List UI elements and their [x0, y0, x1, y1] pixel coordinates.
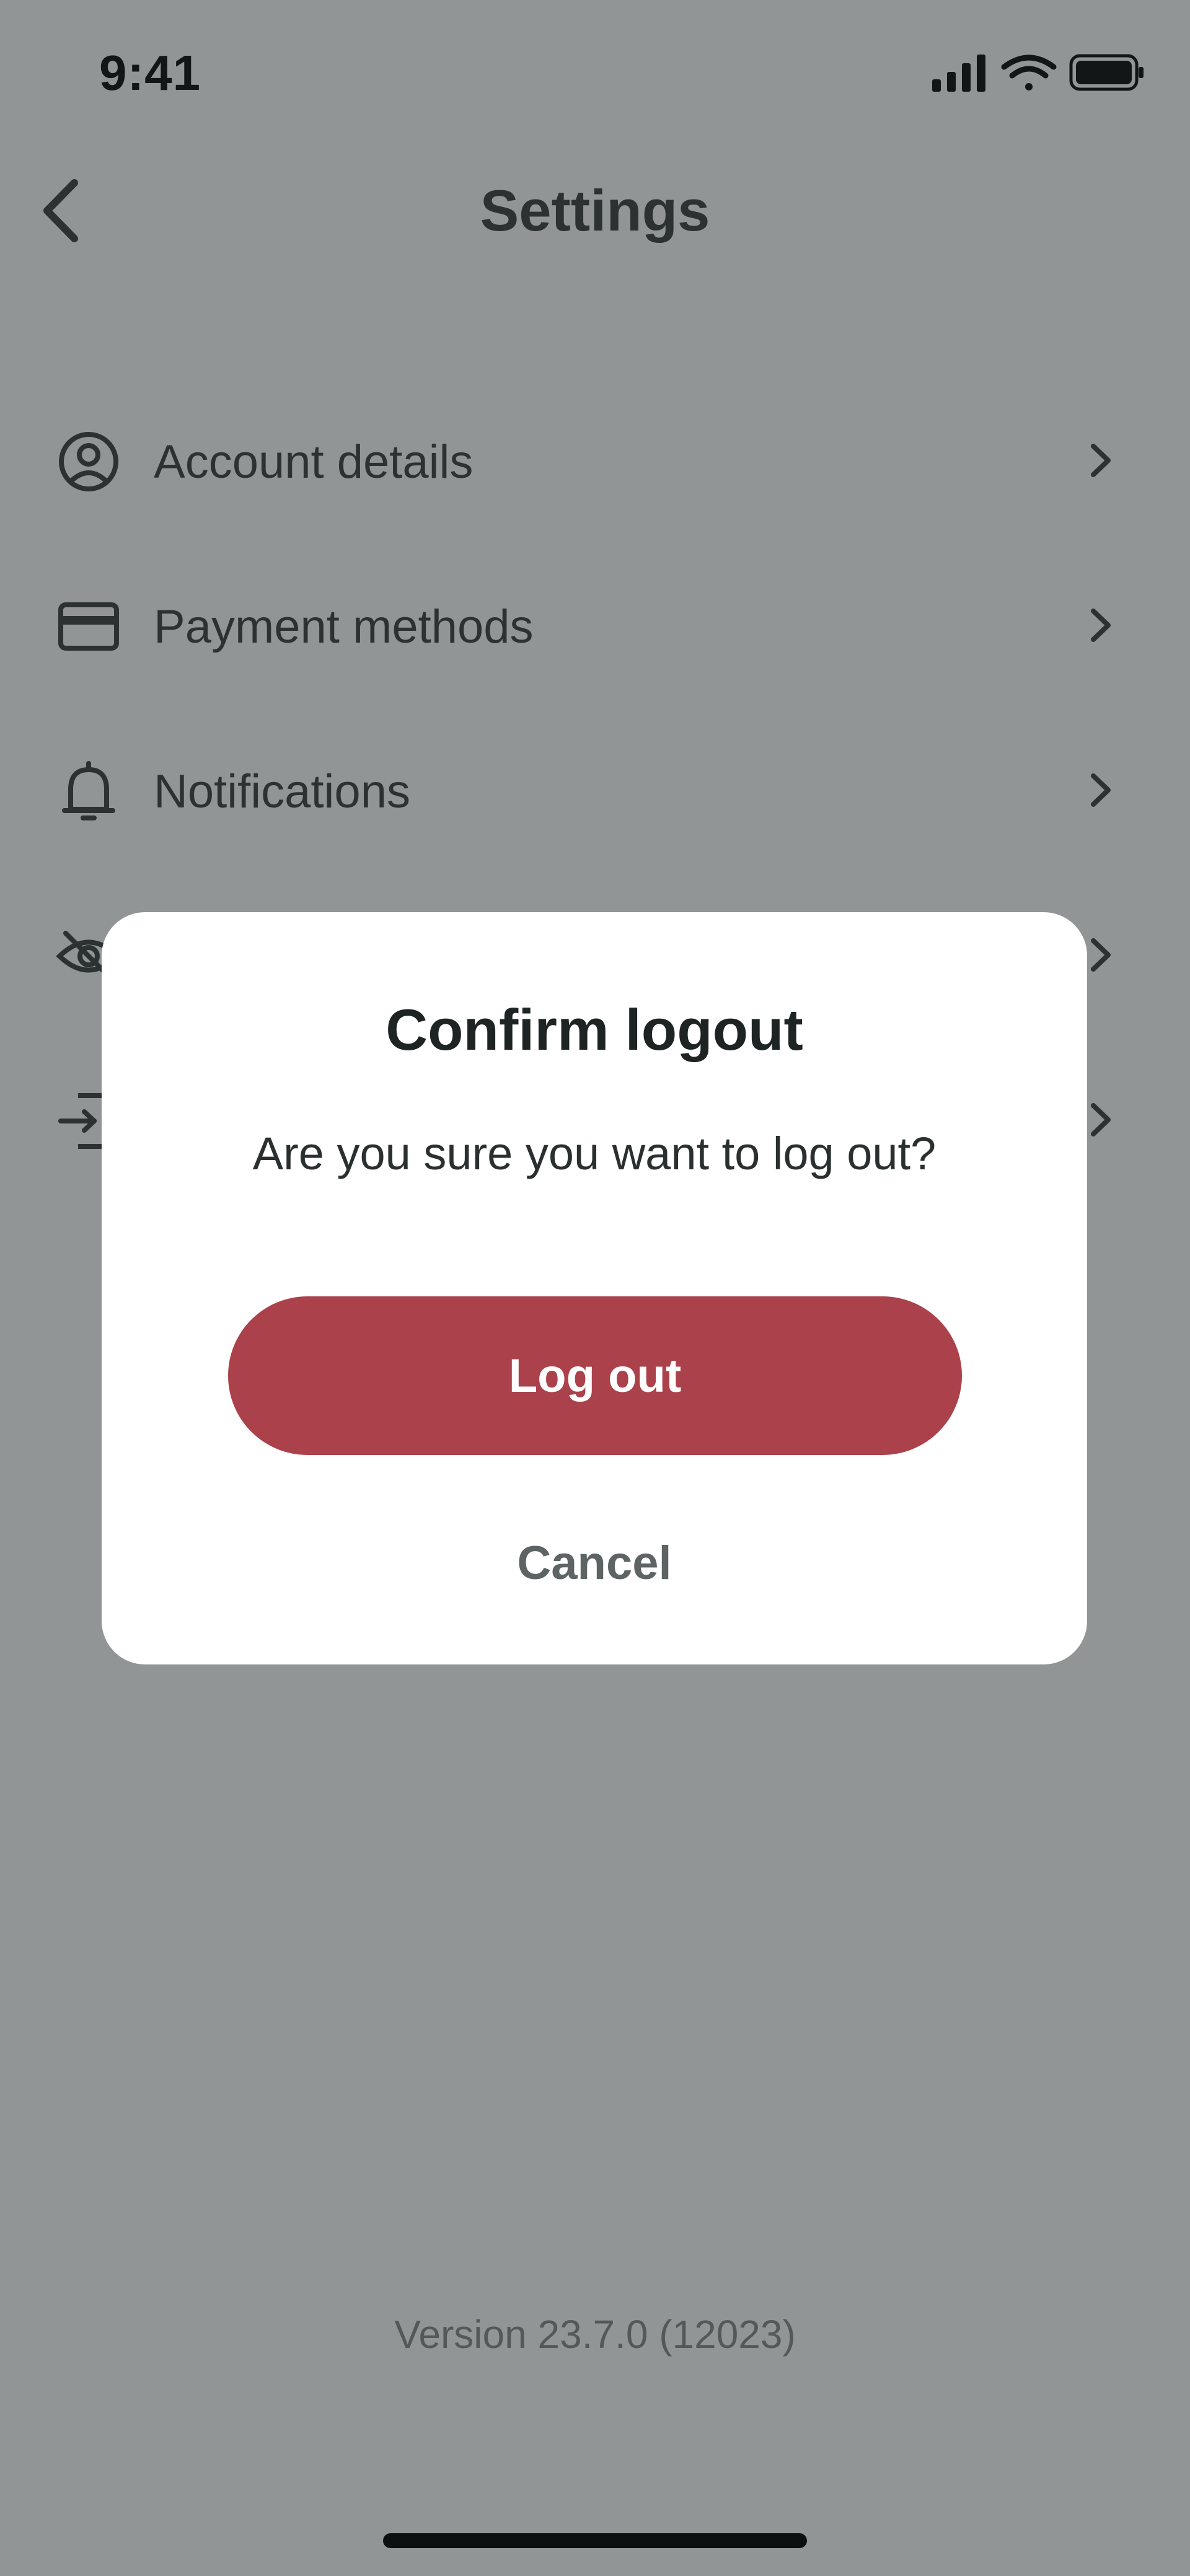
chevron-right-icon — [1091, 773, 1111, 807]
bell-icon — [62, 761, 115, 820]
page-title: Settings — [480, 178, 710, 243]
cellular-signal-icon — [932, 55, 985, 92]
settings-item-label: Payment methods — [154, 600, 534, 653]
dialog-message: Are you sure you want to log out? — [252, 1128, 937, 1179]
settings-item-payment-methods[interactable]: Payment methods — [0, 549, 1190, 698]
chevron-right-icon — [1091, 444, 1111, 477]
settings-item-notifications[interactable]: Notifications — [0, 714, 1190, 863]
settings-item-label: Account details — [154, 436, 474, 488]
cancel-button[interactable]: Cancel — [449, 1519, 740, 1606]
status-time: 9:41 — [99, 45, 201, 100]
status-bar: 9:41 — [0, 0, 1190, 143]
home-indicator — [383, 2533, 807, 2548]
credit-card-icon — [58, 602, 119, 651]
settings-item-account-details[interactable]: Account details — [0, 384, 1190, 533]
user-circle-icon — [59, 432, 118, 491]
battery-icon — [1069, 54, 1144, 91]
settings-item-label: Notifications — [154, 765, 410, 818]
log-out-button[interactable]: Log out — [228, 1296, 962, 1455]
status-icons — [932, 54, 1144, 92]
chevron-right-icon — [1091, 609, 1111, 642]
header: Settings — [0, 161, 1190, 260]
app-version: Version 23.7.0 (12023) — [394, 2312, 796, 2357]
wifi-icon — [1001, 55, 1057, 90]
confirm-logout-dialog: Confirm logout Are you sure you want to … — [102, 912, 1087, 1664]
dialog-title: Confirm logout — [386, 997, 803, 1062]
